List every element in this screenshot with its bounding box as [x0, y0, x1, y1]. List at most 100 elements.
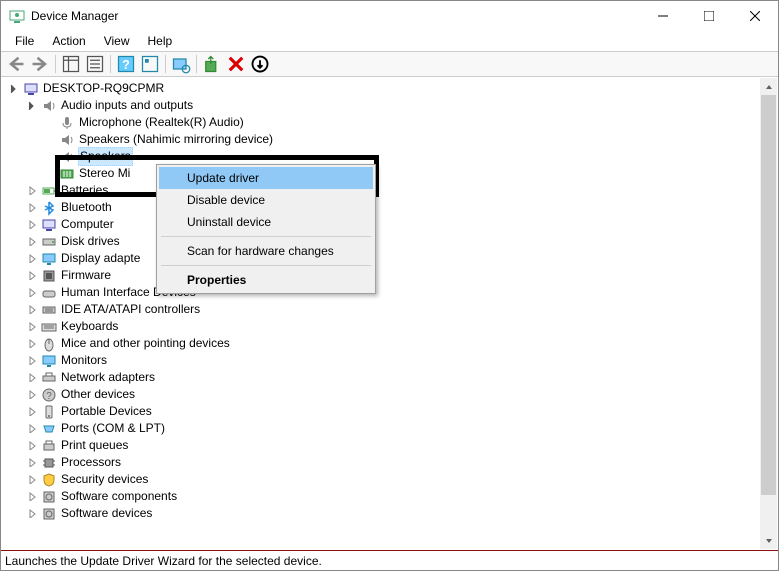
tree-category[interactable]: Bluetooth: [8, 199, 777, 216]
help-button[interactable]: ?: [115, 53, 137, 75]
expander-icon[interactable]: [26, 354, 39, 367]
context-menu-scan-hardware[interactable]: Scan for hardware changes: [159, 240, 373, 262]
category-icon: [41, 489, 57, 505]
close-button[interactable]: [732, 1, 778, 31]
category-icon: [41, 234, 57, 250]
speaker-icon: [59, 132, 75, 148]
expander-icon[interactable]: [26, 388, 39, 401]
expander-icon[interactable]: [26, 405, 39, 418]
tree-node-label: Software components: [61, 488, 177, 505]
tree-node-label: DESKTOP-RQ9CPMR: [43, 80, 164, 97]
tree-device-microphone[interactable]: Microphone (Realtek(R) Audio): [8, 114, 777, 131]
tree-node-label: Security devices: [61, 471, 148, 488]
tree-category[interactable]: Print queues: [8, 437, 777, 454]
category-icon: [41, 217, 57, 233]
minimize-button[interactable]: [640, 1, 686, 31]
update-driver-button[interactable]: [201, 53, 223, 75]
category-icon: [41, 455, 57, 471]
expander-icon[interactable]: [26, 473, 39, 486]
show-hide-tree-button[interactable]: [60, 53, 82, 75]
expander-icon[interactable]: [26, 439, 39, 452]
maximize-button[interactable]: [686, 1, 732, 31]
tree-category[interactable]: IDE ATA/ATAPI controllers: [8, 301, 777, 318]
category-icon: [41, 336, 57, 352]
context-menu-update-driver[interactable]: Update driver: [159, 167, 373, 189]
category-icon: [41, 319, 57, 335]
tree-node-label: Print queues: [61, 437, 128, 454]
device-tree[interactable]: DESKTOP-RQ9CPMR Audio inputs and outputs…: [2, 78, 777, 549]
toolbar: ?: [1, 51, 778, 77]
expander-icon[interactable]: [26, 99, 39, 112]
expander-icon[interactable]: [26, 422, 39, 435]
context-menu-disable-device[interactable]: Disable device: [159, 189, 373, 211]
tree-node-label: Processors: [61, 454, 121, 471]
vertical-scrollbar[interactable]: [760, 78, 777, 549]
tree-category[interactable]: Ports (COM & LPT): [8, 420, 777, 437]
tree-node-label: Software devices: [61, 505, 152, 522]
tree-node-label: Portable Devices: [61, 403, 152, 420]
tree-node-label: Monitors: [61, 352, 107, 369]
tree-category[interactable]: Mice and other pointing devices: [8, 335, 777, 352]
tree-category-audio[interactable]: Audio inputs and outputs: [8, 97, 777, 114]
speaker-icon: [41, 98, 57, 114]
menubar: File Action View Help: [1, 31, 778, 51]
tree-node-label: Disk drives: [61, 233, 120, 250]
tree-category[interactable]: Disk drives: [8, 233, 777, 250]
action-button[interactable]: [139, 53, 161, 75]
forward-button[interactable]: [29, 53, 51, 75]
disable-button[interactable]: [249, 53, 271, 75]
properties-button[interactable]: [84, 53, 106, 75]
tree-category[interactable]: Software components: [8, 488, 777, 505]
expander-icon[interactable]: [26, 252, 39, 265]
scroll-thumb[interactable]: [761, 95, 776, 495]
expander-icon[interactable]: [26, 201, 39, 214]
tree-category[interactable]: Security devices: [8, 471, 777, 488]
scroll-down-arrow[interactable]: [760, 532, 777, 549]
context-menu-separator: [161, 265, 371, 266]
tree-category[interactable]: Human Interface Devices: [8, 284, 777, 301]
tree-category[interactable]: Computer: [8, 216, 777, 233]
menu-help[interactable]: Help: [140, 32, 181, 50]
expander-icon[interactable]: [8, 82, 21, 95]
expander-icon[interactable]: [26, 456, 39, 469]
back-button[interactable]: [5, 53, 27, 75]
scroll-up-arrow[interactable]: [760, 78, 777, 95]
tree-category[interactable]: ?Other devices: [8, 386, 777, 403]
expander-icon[interactable]: [26, 507, 39, 520]
svg-text:?: ?: [46, 391, 52, 402]
tree-node-label: Microphone (Realtek(R) Audio): [79, 114, 244, 131]
tree-category[interactable]: Software devices: [8, 505, 777, 522]
expander-icon[interactable]: [26, 303, 39, 316]
category-icon: [41, 302, 57, 318]
menu-view[interactable]: View: [96, 32, 138, 50]
expander-icon[interactable]: [26, 371, 39, 384]
tree-category[interactable]: Display adapte: [8, 250, 777, 267]
uninstall-button[interactable]: [225, 53, 247, 75]
menu-action[interactable]: Action: [44, 32, 93, 50]
svg-text:?: ?: [122, 58, 130, 72]
expander-icon[interactable]: [26, 490, 39, 503]
tree-category[interactable]: Network adapters: [8, 369, 777, 386]
category-icon: [41, 421, 57, 437]
scan-hardware-button[interactable]: [170, 53, 192, 75]
expander-icon[interactable]: [26, 235, 39, 248]
tree-category[interactable]: Monitors: [8, 352, 777, 369]
expander-icon[interactable]: [26, 286, 39, 299]
context-menu-uninstall-device[interactable]: Uninstall device: [159, 211, 373, 233]
tree-node-label: Keyboards: [61, 318, 118, 335]
expander-icon[interactable]: [26, 218, 39, 231]
expander-icon[interactable]: [26, 320, 39, 333]
expander-icon[interactable]: [26, 184, 39, 197]
context-menu-properties[interactable]: Properties: [159, 269, 373, 291]
tree-category[interactable]: Processors: [8, 454, 777, 471]
tree-category[interactable]: Keyboards: [8, 318, 777, 335]
tree-root[interactable]: DESKTOP-RQ9CPMR: [8, 80, 777, 97]
category-icon: ?: [41, 387, 57, 403]
menu-file[interactable]: File: [7, 32, 42, 50]
tree-category[interactable]: Firmware: [8, 267, 777, 284]
tree-device-speakers-nahimic[interactable]: Speakers (Nahimic mirroring device): [8, 131, 777, 148]
expander-icon[interactable]: [26, 269, 39, 282]
category-icon: [41, 285, 57, 301]
tree-category[interactable]: Portable Devices: [8, 403, 777, 420]
expander-icon[interactable]: [26, 337, 39, 350]
